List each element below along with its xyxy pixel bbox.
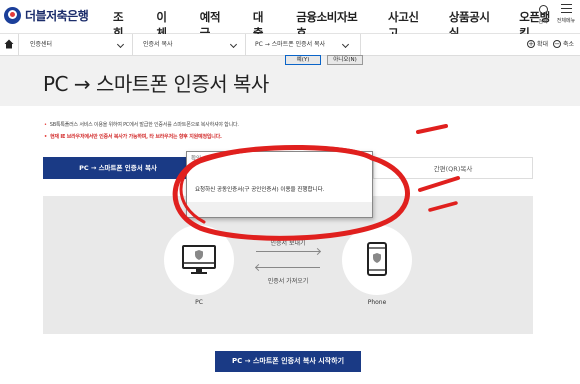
breadcrumb-label: PC → 스마트폰 인증서 복사 [255, 41, 326, 48]
breadcrumb-divider [18, 34, 19, 56]
plus-icon: + [527, 39, 535, 48]
hamburger-icon [560, 4, 572, 13]
breadcrumb-divider [132, 34, 133, 56]
phone-device [342, 225, 412, 295]
dialog-title: 확인 [191, 156, 202, 162]
breadcrumb-label: 인증서 복사 [143, 41, 173, 48]
phone-label: Phone [367, 299, 387, 306]
dialog-message: 요청하신 공동인증서(구 공인인증서) 이용을 진행합니다. [195, 187, 325, 193]
breadcrumb-divider [360, 34, 361, 56]
minus-icon: − [553, 39, 561, 48]
page-title: PC → 스마트폰 인증서 복사 [43, 72, 269, 96]
chevron-down-icon [341, 40, 350, 49]
arrow-right-icon [256, 251, 320, 252]
breadcrumb-select-current-page[interactable]: PC → 스마트폰 인증서 복사 [255, 34, 355, 56]
zoom-out-button[interactable]: − 축소 [553, 39, 574, 48]
confirm-dialog: 확인 요청하신 공동인증서(구 공인인증서) 이용을 진행합니다. [186, 151, 373, 218]
dialog-footer [187, 202, 372, 217]
annotation-dash-1 [416, 124, 448, 134]
chevron-down-icon [229, 40, 238, 49]
brand-name: 더블저축은행 [25, 9, 89, 23]
top-navigation: 더블저축은행 조회 이체 예적금 대출 금융소비자보호 사고신고 상품공시실 오… [0, 0, 580, 40]
breadcrumb: 인증센터 인증서 복사 PC → 스마트폰 인증서 복사 + 확대 − 축소 [0, 34, 580, 56]
smartphone-icon [367, 242, 387, 276]
breadcrumb-select-certificate-center[interactable]: 인증센터 [30, 34, 130, 56]
tab-pc-to-phone[interactable]: PC → 스마트폰 인증서 복사 [43, 157, 193, 179]
zoom-in-label: 확대 [537, 41, 549, 48]
dialog-yes-button[interactable]: 예(Y) [285, 55, 321, 65]
zoom-out-label: 축소 [563, 41, 575, 48]
start-copy-button[interactable]: PC → 스마트폰 인증서 복사 시작하기 [215, 351, 361, 372]
zoom-in-button[interactable]: + 확대 [527, 39, 548, 48]
arrow-left-icon [256, 267, 320, 268]
send-certificate-label: 인증서 보내기 [270, 240, 306, 247]
pc-device [164, 225, 234, 295]
logo-icon [4, 7, 21, 24]
search-button[interactable]: 검색 [535, 5, 551, 25]
home-icon[interactable] [4, 39, 14, 49]
chevron-down-icon [116, 40, 125, 49]
pc-label: PC [195, 299, 203, 306]
search-icon [538, 5, 548, 14]
breadcrumb-label: 인증센터 [30, 41, 53, 48]
receive-certificate-label: 인증서 가져오기 [267, 278, 309, 285]
all-menu-button[interactable]: 전체메뉴 [554, 4, 578, 24]
search-label: 검색 [538, 19, 548, 25]
breadcrumb-select-copy-certificate[interactable]: 인증서 복사 [143, 34, 240, 56]
dialog-no-button[interactable]: 아니오(N) [327, 55, 363, 65]
tab-qr-copy[interactable]: 간편(QR)복사 [373, 157, 533, 179]
breadcrumb-divider [245, 34, 246, 56]
brand-logo[interactable]: 더블저축은행 [4, 7, 89, 24]
monitor-icon [182, 245, 216, 274]
notice-warning: 현재 IE 브라우저에서만 인증서 복사가 가능하며, 타 브라우저는 향후 지… [44, 133, 222, 140]
notice-text: SB톡톡플러스 서비스 이용을 위하여 PC에서 발급한 인증서를 스마트폰으로… [44, 121, 239, 128]
all-menu-label: 전체메뉴 [556, 18, 576, 24]
